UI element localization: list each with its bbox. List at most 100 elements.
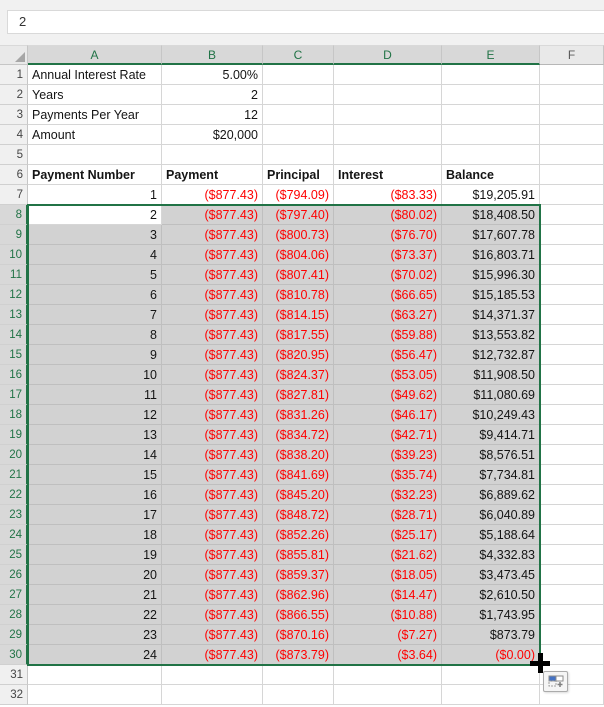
- cell-e10[interactable]: $16,803.71: [442, 245, 540, 265]
- cell-a7[interactable]: 1: [28, 185, 162, 205]
- cell-c27[interactable]: ($862.96): [263, 585, 334, 605]
- row-header-11[interactable]: 11: [0, 265, 28, 285]
- cell-a5[interactable]: [28, 145, 162, 165]
- cell-d12[interactable]: ($66.65): [334, 285, 442, 305]
- cell-c8[interactable]: ($797.40): [263, 205, 334, 225]
- cell-a32[interactable]: [28, 685, 162, 705]
- cell-d27[interactable]: ($14.47): [334, 585, 442, 605]
- cell-d1[interactable]: [334, 65, 442, 85]
- cell-c2[interactable]: [263, 85, 334, 105]
- column-header-e[interactable]: E: [442, 45, 540, 65]
- cell-f5[interactable]: [540, 145, 604, 165]
- cell-c16[interactable]: ($824.37): [263, 365, 334, 385]
- cell-b9[interactable]: ($877.43): [162, 225, 263, 245]
- row-header-16[interactable]: 16: [0, 365, 28, 385]
- cell-a25[interactable]: 19: [28, 545, 162, 565]
- cell-b3[interactable]: 12: [162, 105, 263, 125]
- cell-c20[interactable]: ($838.20): [263, 445, 334, 465]
- cell-e30[interactable]: ($0.00): [442, 645, 540, 665]
- cell-f15[interactable]: [540, 345, 604, 365]
- cell-d19[interactable]: ($42.71): [334, 425, 442, 445]
- cell-c18[interactable]: ($831.26): [263, 405, 334, 425]
- cell-b27[interactable]: ($877.43): [162, 585, 263, 605]
- cell-b4[interactable]: $20,000: [162, 125, 263, 145]
- cell-a20[interactable]: 14: [28, 445, 162, 465]
- cell-e1[interactable]: [442, 65, 540, 85]
- row-header-6[interactable]: 6: [0, 165, 28, 185]
- cell-b1[interactable]: 5.00%: [162, 65, 263, 85]
- cell-d16[interactable]: ($53.05): [334, 365, 442, 385]
- cell-e14[interactable]: $13,553.82: [442, 325, 540, 345]
- cell-f13[interactable]: [540, 305, 604, 325]
- cell-c5[interactable]: [263, 145, 334, 165]
- cell-c3[interactable]: [263, 105, 334, 125]
- cell-e22[interactable]: $6,889.62: [442, 485, 540, 505]
- cell-f23[interactable]: [540, 505, 604, 525]
- row-header-12[interactable]: 12: [0, 285, 28, 305]
- cell-b15[interactable]: ($877.43): [162, 345, 263, 365]
- cell-f29[interactable]: [540, 625, 604, 645]
- cell-a27[interactable]: 21: [28, 585, 162, 605]
- cell-d23[interactable]: ($28.71): [334, 505, 442, 525]
- cell-c14[interactable]: ($817.55): [263, 325, 334, 345]
- cell-e5[interactable]: [442, 145, 540, 165]
- cell-e27[interactable]: $2,610.50: [442, 585, 540, 605]
- cell-d22[interactable]: ($32.23): [334, 485, 442, 505]
- cell-d4[interactable]: [334, 125, 442, 145]
- cell-d5[interactable]: [334, 145, 442, 165]
- cell-b13[interactable]: ($877.43): [162, 305, 263, 325]
- cell-c29[interactable]: ($870.16): [263, 625, 334, 645]
- cell-f18[interactable]: [540, 405, 604, 425]
- cell-c6[interactable]: Principal: [263, 165, 334, 185]
- row-header-30[interactable]: 30: [0, 645, 28, 665]
- cell-f1[interactable]: [540, 65, 604, 85]
- cell-f24[interactable]: [540, 525, 604, 545]
- cell-b14[interactable]: ($877.43): [162, 325, 263, 345]
- cell-b26[interactable]: ($877.43): [162, 565, 263, 585]
- cell-a10[interactable]: 4: [28, 245, 162, 265]
- row-header-20[interactable]: 20: [0, 445, 28, 465]
- cell-c25[interactable]: ($855.81): [263, 545, 334, 565]
- row-header-27[interactable]: 27: [0, 585, 28, 605]
- cell-f20[interactable]: [540, 445, 604, 465]
- row-header-23[interactable]: 23: [0, 505, 28, 525]
- cell-e19[interactable]: $9,414.71: [442, 425, 540, 445]
- cell-e18[interactable]: $10,249.43: [442, 405, 540, 425]
- cell-b24[interactable]: ($877.43): [162, 525, 263, 545]
- cell-b16[interactable]: ($877.43): [162, 365, 263, 385]
- cell-f26[interactable]: [540, 565, 604, 585]
- cell-a24[interactable]: 18: [28, 525, 162, 545]
- cell-d31[interactable]: [334, 665, 442, 685]
- cell-b21[interactable]: ($877.43): [162, 465, 263, 485]
- row-header-4[interactable]: 4: [0, 125, 28, 145]
- cell-f16[interactable]: [540, 365, 604, 385]
- row-header-7[interactable]: 7: [0, 185, 28, 205]
- cell-f11[interactable]: [540, 265, 604, 285]
- row-header-29[interactable]: 29: [0, 625, 28, 645]
- cell-d21[interactable]: ($35.74): [334, 465, 442, 485]
- cell-c31[interactable]: [263, 665, 334, 685]
- row-header-26[interactable]: 26: [0, 565, 28, 585]
- row-header-9[interactable]: 9: [0, 225, 28, 245]
- cell-b17[interactable]: ($877.43): [162, 385, 263, 405]
- formula-bar[interactable]: 2: [7, 10, 604, 34]
- cell-e17[interactable]: $11,080.69: [442, 385, 540, 405]
- cell-b12[interactable]: ($877.43): [162, 285, 263, 305]
- cell-f2[interactable]: [540, 85, 604, 105]
- cell-a18[interactable]: 12: [28, 405, 162, 425]
- row-header-17[interactable]: 17: [0, 385, 28, 405]
- row-header-5[interactable]: 5: [0, 145, 28, 165]
- row-header-13[interactable]: 13: [0, 305, 28, 325]
- cell-a30[interactable]: 24: [28, 645, 162, 665]
- cell-f21[interactable]: [540, 465, 604, 485]
- cell-a4[interactable]: Amount: [28, 125, 162, 145]
- cell-d6[interactable]: Interest: [334, 165, 442, 185]
- cell-b8[interactable]: ($877.43): [162, 205, 263, 225]
- cell-c1[interactable]: [263, 65, 334, 85]
- cell-c9[interactable]: ($800.73): [263, 225, 334, 245]
- cell-b20[interactable]: ($877.43): [162, 445, 263, 465]
- cell-b2[interactable]: 2: [162, 85, 263, 105]
- cell-c11[interactable]: ($807.41): [263, 265, 334, 285]
- cell-c24[interactable]: ($852.26): [263, 525, 334, 545]
- cell-a23[interactable]: 17: [28, 505, 162, 525]
